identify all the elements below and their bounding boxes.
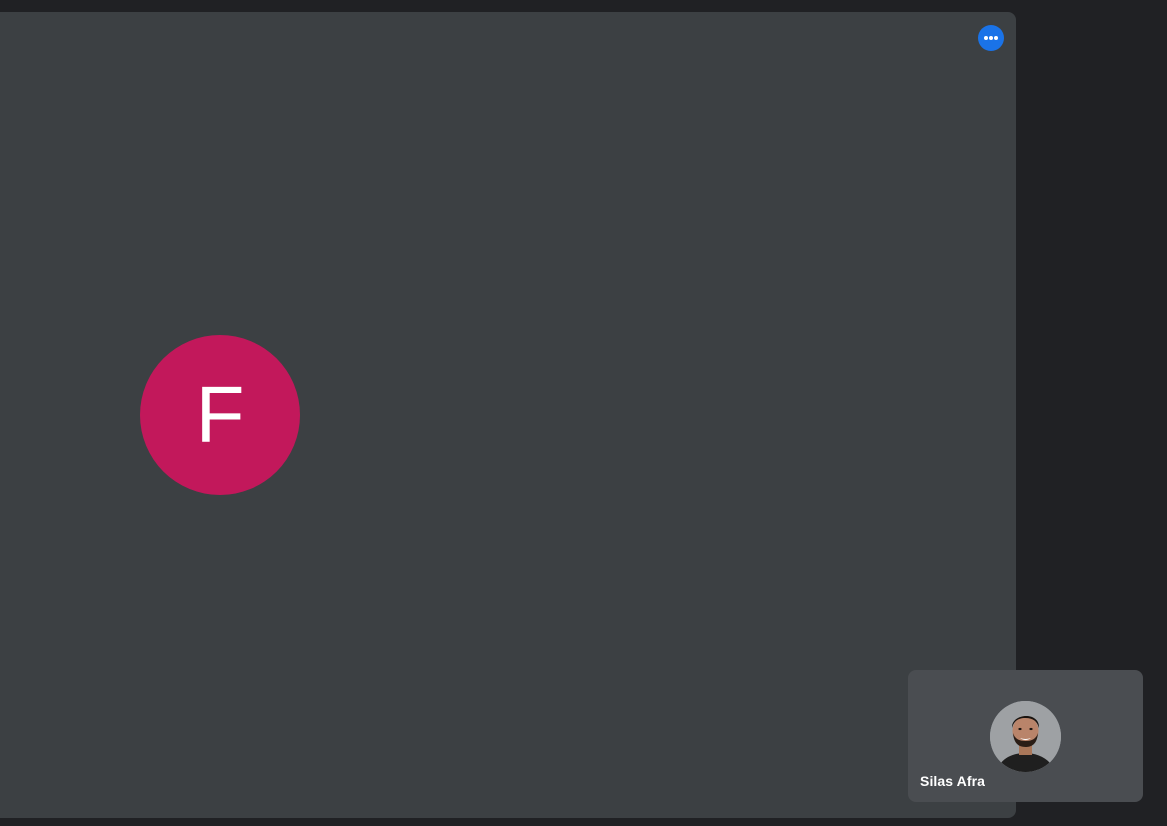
- self-view-tile[interactable]: Silas Afra: [908, 670, 1143, 802]
- participant-avatar: F: [140, 335, 300, 495]
- self-name-label: Silas Afra: [920, 773, 986, 789]
- self-avatar: [990, 701, 1061, 772]
- profile-photo-icon: [990, 701, 1061, 772]
- more-options-button[interactable]: [978, 25, 1004, 51]
- participant-initial: F: [195, 370, 245, 459]
- main-participant-tile: F: [0, 12, 1016, 818]
- more-horizontal-icon: [984, 36, 998, 40]
- meeting-stage: F Silas Afra: [0, 0, 1167, 826]
